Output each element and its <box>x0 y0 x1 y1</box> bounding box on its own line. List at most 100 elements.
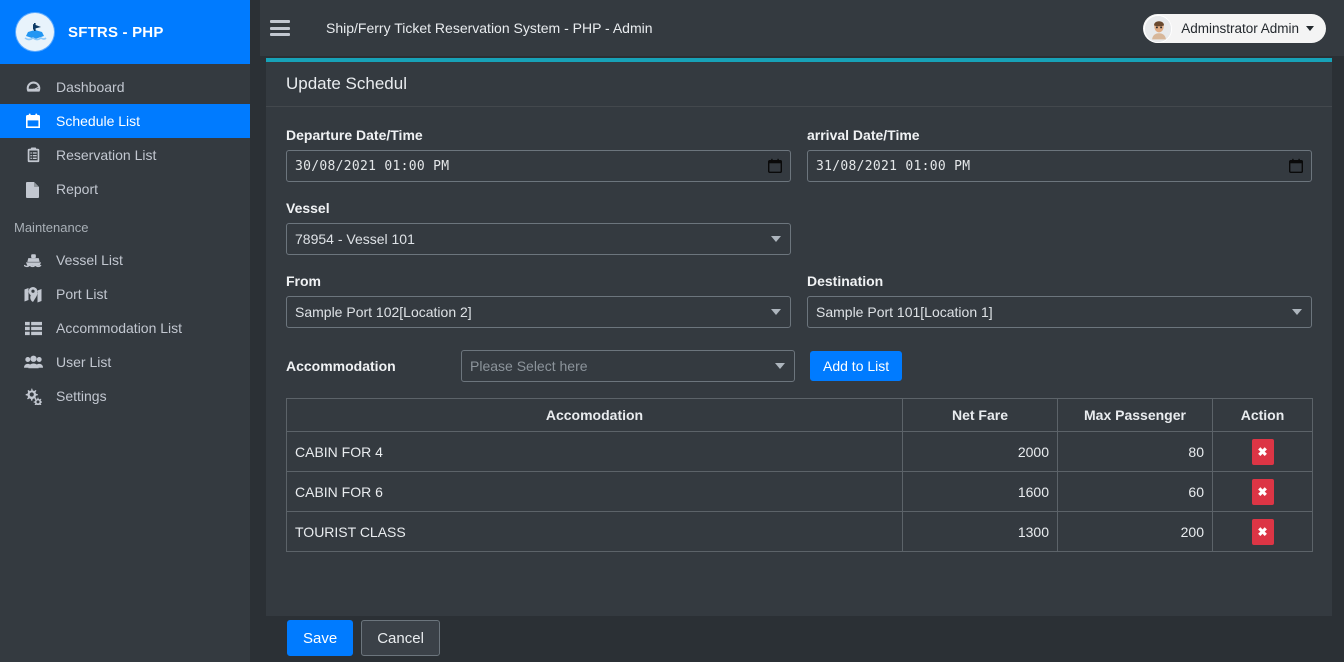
sidebar-item-dashboard[interactable]: Dashboard <box>0 70 250 104</box>
sidebar-item-accommodation-list[interactable]: Accommodation List <box>0 311 250 345</box>
sidebar-item-label: Settings <box>56 389 107 403</box>
table-row: CABIN FOR 6 1600 60 ✖ <box>287 472 1313 512</box>
accommodation-select[interactable]: Please Select here <box>461 350 795 382</box>
sidebar-item-schedule-list[interactable]: Schedule List <box>0 104 250 138</box>
table-header-row: Accomodation Net Fare Max Passenger Acti… <box>287 399 1313 432</box>
vessel-select[interactable]: 78954 - Vessel 101 <box>286 223 791 255</box>
chevron-down-icon <box>771 236 781 242</box>
cell-accommodation: CABIN FOR 4 <box>287 432 903 472</box>
departure-value: 30/08/2021 01:00 PM <box>295 159 449 174</box>
sidebar-item-label: Reservation List <box>56 148 156 162</box>
accommodation-placeholder: Please Select here <box>470 358 588 374</box>
accommodation-add-row: Accommodation Please Select here Add to … <box>286 350 1312 382</box>
add-to-list-button[interactable]: Add to List <box>810 351 902 381</box>
column-header-accommodation: Accomodation <box>287 399 903 432</box>
vessel-label: Vessel <box>286 200 791 216</box>
cell-net-fare: 2000 <box>903 432 1058 472</box>
cell-action: ✖ <box>1213 472 1313 512</box>
sidebar-item-reservation-list[interactable]: Reservation List <box>0 138 250 172</box>
sidebar-item-label: Dashboard <box>56 80 125 94</box>
brand-header[interactable]: SFTRS - PHP <box>0 0 250 64</box>
user-menu[interactable]: Adminstrator Admin <box>1143 14 1326 43</box>
vessel-group: Vessel 78954 - Vessel 101 <box>286 200 791 255</box>
table-list-icon <box>22 319 44 337</box>
sidebar-item-port-list[interactable]: Port List <box>0 277 250 311</box>
destination-label: Destination <box>807 273 1312 289</box>
map-marker-icon <box>22 285 44 303</box>
table-row: TOURIST CLASS 1300 200 ✖ <box>287 512 1313 552</box>
cell-action: ✖ <box>1213 512 1313 552</box>
sidebar-item-user-list[interactable]: User List <box>0 345 250 379</box>
destination-select[interactable]: Sample Port 101[Location 1] <box>807 296 1312 328</box>
cell-max-passenger: 80 <box>1058 432 1213 472</box>
cancel-button[interactable]: Cancel <box>361 620 440 656</box>
cell-net-fare: 1600 <box>903 472 1058 512</box>
sidebar-section-maintenance: Maintenance <box>0 206 250 243</box>
calendar-picker-icon[interactable] <box>768 159 782 174</box>
sidebar-item-report[interactable]: Report <box>0 172 250 206</box>
card-header: Update Schedul <box>266 62 1332 107</box>
chevron-down-icon <box>775 363 785 369</box>
sidebar-item-label: Accommodation List <box>56 321 182 335</box>
arrival-label: arrival Date/Time <box>807 127 1312 143</box>
accommodation-table: Accomodation Net Fare Max Passenger Acti… <box>286 398 1313 552</box>
calendar-icon <box>22 112 44 130</box>
sidebar-item-settings[interactable]: Settings <box>0 379 250 413</box>
ferry-logo-icon <box>16 13 54 51</box>
destination-group: Destination Sample Port 101[Location 1] <box>807 273 1312 328</box>
destination-value: Sample Port 101[Location 1] <box>816 304 993 320</box>
cell-max-passenger: 60 <box>1058 472 1213 512</box>
delete-row-icon[interactable]: ✖ <box>1252 479 1274 505</box>
column-header-max-passenger: Max Passenger <box>1058 399 1213 432</box>
arrival-group: arrival Date/Time 31/08/2021 01:00 PM <box>807 127 1312 182</box>
vessel-row: Vessel 78954 - Vessel 101 <box>286 200 1312 255</box>
delete-row-icon[interactable]: ✖ <box>1252 439 1274 465</box>
sidebar-item-vessel-list[interactable]: Vessel List <box>0 243 250 277</box>
calendar-picker-icon[interactable] <box>1289 159 1303 174</box>
departure-datetime-input[interactable]: 30/08/2021 01:00 PM <box>286 150 791 182</box>
column-header-action: Action <box>1213 399 1313 432</box>
app-title: Ship/Ferry Ticket Reservation System - P… <box>326 20 653 36</box>
hamburger-icon[interactable] <box>270 17 292 39</box>
update-schedule-card: Update Schedul Departure Date/Time 30/08… <box>266 58 1332 616</box>
route-row: From Sample Port 102[Location 2] Destina… <box>286 273 1312 328</box>
sidebar-item-label: Report <box>56 182 98 196</box>
brand-title: SFTRS - PHP <box>68 24 164 41</box>
ship-icon <box>22 251 44 269</box>
sidebar-item-label: Schedule List <box>56 114 140 128</box>
column-header-net-fare: Net Fare <box>903 399 1058 432</box>
sidebar: SFTRS - PHP Dashboard Schedule Lis <box>0 0 250 662</box>
arrival-datetime-input[interactable]: 31/08/2021 01:00 PM <box>807 150 1312 182</box>
cell-max-passenger: 200 <box>1058 512 1213 552</box>
sidebar-divider <box>250 0 260 662</box>
dashboard-icon <box>22 78 44 96</box>
cell-net-fare: 1300 <box>903 512 1058 552</box>
top-navbar: Ship/Ferry Ticket Reservation System - P… <box>260 0 1344 56</box>
user-name-label: Adminstrator Admin <box>1181 21 1299 36</box>
sidebar-nav: Dashboard Schedule List <box>0 64 250 413</box>
chevron-down-icon <box>1292 309 1302 315</box>
save-button[interactable]: Save <box>287 620 353 656</box>
from-select[interactable]: Sample Port 102[Location 2] <box>286 296 791 328</box>
departure-label: Departure Date/Time <box>286 127 791 143</box>
sidebar-item-label: Port List <box>56 287 107 301</box>
page-title: Update Schedul <box>286 74 407 94</box>
clipboard-icon <box>22 146 44 164</box>
vessel-value: 78954 - Vessel 101 <box>295 231 415 247</box>
vessel-spacer <box>807 200 1312 255</box>
users-icon <box>22 353 44 371</box>
from-group: From Sample Port 102[Location 2] <box>286 273 791 328</box>
from-label: From <box>286 273 791 289</box>
form-actions: Save Cancel <box>266 620 1332 662</box>
card-body: Departure Date/Time 30/08/2021 01:00 PM … <box>266 107 1332 572</box>
file-icon <box>22 180 44 198</box>
cell-accommodation: CABIN FOR 6 <box>287 472 903 512</box>
departure-group: Departure Date/Time 30/08/2021 01:00 PM <box>286 127 791 182</box>
cell-accommodation: TOURIST CLASS <box>287 512 903 552</box>
delete-row-icon[interactable]: ✖ <box>1252 519 1274 545</box>
caret-down-icon <box>1306 26 1314 31</box>
table-row: CABIN FOR 4 2000 80 ✖ <box>287 432 1313 472</box>
arrival-value: 31/08/2021 01:00 PM <box>816 159 970 174</box>
sidebar-item-label: Vessel List <box>56 253 123 267</box>
gears-icon <box>22 387 44 405</box>
